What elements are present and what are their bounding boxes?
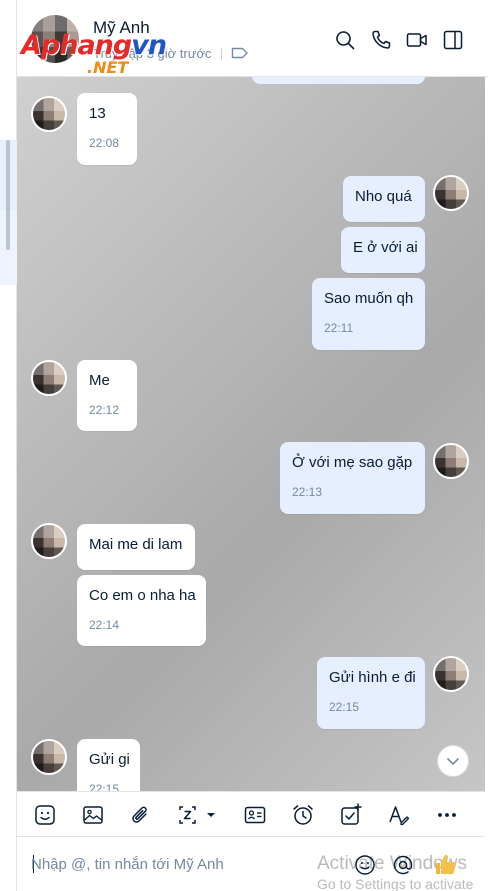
composer-toolbar <box>17 791 485 837</box>
message-bubble-outgoing[interactable]: Nho quá <box>343 176 425 222</box>
watermark-main: Aphang <box>21 30 132 61</box>
screenshot-icon[interactable] <box>176 802 222 828</box>
video-call-icon[interactable] <box>405 28 429 52</box>
header-separator <box>221 48 222 60</box>
message-text: Gửi gi <box>89 751 130 768</box>
message-text: Co em o nha ha <box>89 587 196 604</box>
site-watermark-net: .NET <box>87 58 129 77</box>
tag-icon[interactable] <box>231 46 249 60</box>
message-composer: Activate Windows Go to Settings to activ… <box>17 837 485 891</box>
sender-avatar[interactable] <box>31 96 67 132</box>
sender-avatar[interactable] <box>31 523 67 559</box>
emoji-icon[interactable] <box>353 853 377 877</box>
message-input[interactable] <box>31 853 301 875</box>
message-text: E ở với ai <box>353 239 418 256</box>
conversation-list-scrollbar[interactable] <box>6 140 10 250</box>
message-time: 22:12 <box>89 403 120 417</box>
text-format-icon[interactable] <box>386 802 412 828</box>
message-list[interactable]: 13 22:08 Nho quá E ở với ai Sao muốn qh … <box>17 77 485 791</box>
message-text: Gửi hình e đi <box>329 669 416 686</box>
message-bubble-incoming[interactable]: Me 22:12 <box>77 360 137 431</box>
message-text: Me <box>89 372 110 389</box>
sender-avatar[interactable] <box>31 360 67 396</box>
message-text: 13 <box>89 105 106 122</box>
more-icon[interactable] <box>434 802 460 828</box>
sticker-icon[interactable] <box>32 802 58 828</box>
message-text: Sao muốn qh <box>324 290 414 307</box>
message-bubble-incoming[interactable]: Gửi gi 22:15 <box>77 739 140 791</box>
message-time: 22:15 <box>89 782 120 791</box>
mention-icon[interactable] <box>391 853 415 877</box>
my-avatar[interactable] <box>433 443 469 479</box>
message-bubble-incoming[interactable]: Co em o nha ha 22:14 <box>77 575 206 646</box>
message-bubble-outgoing[interactable]: E ở với ai <box>341 227 425 273</box>
message-bubble-outgoing[interactable]: Ở với mẹ sao gặp 22:13 <box>280 442 425 514</box>
message-time: 22:13 <box>292 485 323 499</box>
chat-header: Mỹ Anh Truy cập 3 giờ trước Aphangvn .NE… <box>17 0 488 77</box>
phone-icon[interactable] <box>369 28 393 52</box>
conversation-list-edge <box>0 0 17 891</box>
chevron-down-icon <box>447 758 459 765</box>
activate-windows-subtitle: Go to Settings to activate <box>317 876 474 891</box>
contact-card-icon[interactable] <box>242 802 268 828</box>
image-icon[interactable] <box>80 802 106 828</box>
scroll-to-bottom-button[interactable] <box>437 745 469 777</box>
message-bubble-outgoing[interactable]: Sao muốn qh 22:11 <box>312 278 425 350</box>
message-text: Mai me di lam <box>89 536 183 553</box>
watermark-vn: vn <box>131 30 167 61</box>
search-icon[interactable] <box>333 28 357 52</box>
attachment-icon[interactable] <box>128 802 154 828</box>
message-text: Nho quá <box>355 188 412 205</box>
task-icon[interactable] <box>338 802 364 828</box>
sidebar-toggle-icon[interactable] <box>441 28 465 52</box>
message-text: Ở với mẹ sao gặp <box>292 454 413 471</box>
message-bubble-outgoing[interactable]: Gửi hình e đi 22:15 <box>317 657 425 729</box>
message-time: 22:15 <box>329 700 360 714</box>
my-avatar[interactable] <box>433 656 469 692</box>
message-bubble-incoming[interactable]: Mai me di lam <box>77 524 195 570</box>
my-avatar[interactable] <box>433 175 469 211</box>
message-time: 22:08 <box>89 136 120 150</box>
site-watermark: Aphangvn <box>21 30 167 61</box>
like-icon[interactable] <box>433 851 459 877</box>
message-bubble-incoming[interactable]: 13 22:08 <box>77 93 137 165</box>
reminder-icon[interactable] <box>290 802 316 828</box>
message-time: 22:11 <box>324 321 354 335</box>
message-time: 22:14 <box>89 618 120 632</box>
previous-message-edge <box>252 77 425 84</box>
sender-avatar[interactable] <box>31 739 67 775</box>
